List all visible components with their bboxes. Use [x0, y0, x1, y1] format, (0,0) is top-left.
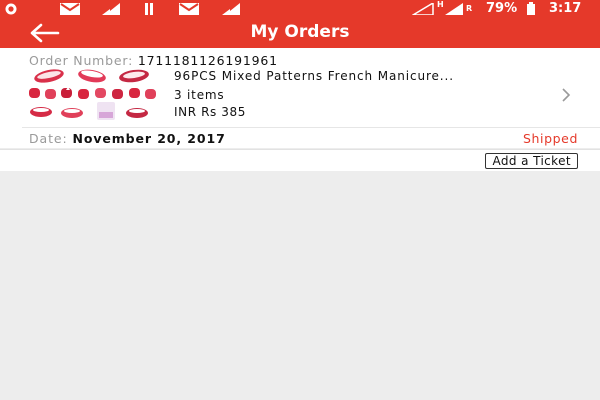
order-number-label: Order Number:	[29, 53, 134, 68]
status-bar: H R 79% 3:17	[0, 0, 600, 17]
order-date-value: November 20, 2017	[72, 131, 226, 146]
signal-icon	[445, 3, 463, 15]
product-title: 96PCS Mixed Patterns French Manicure...	[174, 69, 454, 83]
battery-percentage: 79%	[486, 1, 518, 16]
battery-icon	[527, 2, 535, 15]
order-number-value: 1711181126191961	[137, 53, 278, 68]
product-thumbnail	[27, 68, 159, 122]
arrow-left-icon	[30, 23, 60, 43]
whatsapp-icon	[5, 3, 17, 15]
gmail-icon	[60, 3, 80, 15]
order-status-badge: Shipped	[522, 131, 578, 146]
download-icon	[222, 3, 240, 15]
pause-icon	[145, 3, 153, 15]
signal-icon	[412, 3, 434, 15]
divider	[22, 127, 600, 128]
download-icon	[102, 3, 120, 15]
order-date-row: Date: November 20, 2017	[29, 131, 226, 146]
date-label: Date:	[29, 131, 68, 146]
order-card[interactable]: Order Number: 1711181126191961 96PCS Mix…	[0, 48, 600, 148]
order-number-row: Order Number: 1711181126191961	[29, 53, 278, 68]
app-bar: My Orders	[0, 17, 600, 48]
add-ticket-button[interactable]: Add a Ticket	[485, 153, 578, 169]
page-title: My Orders	[250, 22, 350, 42]
ticket-bar: Add a Ticket	[0, 149, 600, 171]
gmail-icon	[179, 3, 199, 15]
roaming-badge: R	[466, 4, 473, 13]
order-price: INR Rs 385	[174, 105, 246, 119]
clock: 3:17	[549, 1, 582, 16]
chevron-right-icon[interactable]	[560, 87, 572, 103]
back-button[interactable]	[28, 21, 62, 45]
item-count: 3 items	[174, 88, 225, 102]
network-type-badge: H	[437, 0, 444, 9]
